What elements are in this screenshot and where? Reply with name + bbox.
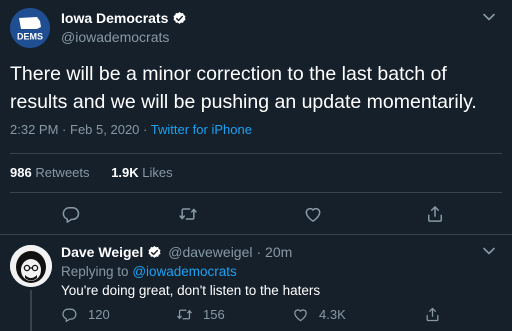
tweet-meta: 2:32 PM · Feb 5, 2020 · Twitter for iPho…	[10, 122, 252, 138]
verified-badge-icon	[148, 245, 161, 258]
like-icon	[294, 308, 307, 321]
reply-like-count: 4.3K	[319, 306, 346, 322]
reply-handle[interactable]: @daveweigel	[168, 244, 252, 261]
reply-retweet-button[interactable]: 156	[176, 305, 225, 323]
tweet-time[interactable]: 2:32 PM	[10, 122, 58, 137]
tweet-text: There will be a minor correction to the …	[10, 63, 477, 113]
like-icon	[305, 207, 321, 222]
author-handle[interactable]: @iowademocrats	[61, 29, 169, 46]
divider	[10, 192, 502, 193]
thread-line	[30, 290, 32, 331]
reply-author-row[interactable]: Dave Weigel @daveweigel · 20m	[61, 244, 292, 261]
reply-avatar-image	[10, 245, 52, 287]
reply-share-button[interactable]	[424, 305, 451, 323]
likes-count: 1.9K	[111, 165, 139, 180]
reply-text: You're doing great, don't listen to the …	[61, 283, 321, 298]
reply-button[interactable]	[61, 204, 81, 224]
likes-stat[interactable]: 1.9K Likes	[111, 165, 172, 180]
reply-age[interactable]: · 20m	[257, 244, 293, 261]
divider	[10, 153, 502, 154]
author-name-row[interactable]: Iowa Democrats	[61, 10, 187, 27]
tweet-stats: 986 Retweets 1.9K Likes	[10, 165, 173, 181]
replying-to-line: Replying to @iowademocrats	[61, 264, 237, 280]
verified-badge-icon	[173, 11, 186, 24]
reply-icon	[62, 207, 80, 223]
reply-like-button[interactable]: 4.3K	[292, 305, 346, 323]
retweet-icon	[177, 309, 192, 319]
share-icon	[428, 206, 442, 222]
replying-mention[interactable]: @iowademocrats	[132, 264, 237, 279]
reply-reply-button[interactable]: 120	[61, 305, 110, 323]
reply-retweet-count: 156	[203, 306, 225, 322]
tweet-source[interactable]: Twitter for iPhone	[151, 122, 252, 137]
like-button[interactable]	[303, 204, 323, 224]
retweets-label: Retweets	[35, 165, 90, 180]
chevron-down-icon[interactable]	[482, 10, 496, 24]
meta-separator: ·	[62, 122, 67, 137]
replying-prefix: Replying to	[61, 264, 129, 279]
avatar[interactable]: DEMS	[10, 8, 50, 48]
retweets-stat[interactable]: 986 Retweets	[10, 165, 90, 180]
reply-display-name[interactable]: Dave Weigel	[61, 244, 143, 261]
iowa-democrats-logo: DEMS	[10, 8, 50, 48]
tweet-date[interactable]: Feb 5, 2020	[70, 122, 139, 137]
retweet-button[interactable]	[178, 204, 198, 224]
avatar-text: DEMS	[17, 32, 43, 42]
retweets-count: 986	[10, 165, 32, 180]
retweet-icon	[179, 208, 197, 220]
author-display-name[interactable]: Iowa Democrats	[61, 10, 168, 27]
likes-label: Likes	[142, 165, 173, 180]
reply-icon	[62, 308, 77, 322]
share-button[interactable]	[425, 204, 445, 224]
divider	[0, 234, 512, 235]
share-icon	[426, 307, 439, 321]
reply-count: 120	[88, 306, 110, 322]
chevron-down-icon[interactable]	[482, 244, 496, 258]
meta-separator: ·	[143, 122, 148, 137]
reply-avatar[interactable]	[10, 245, 52, 287]
